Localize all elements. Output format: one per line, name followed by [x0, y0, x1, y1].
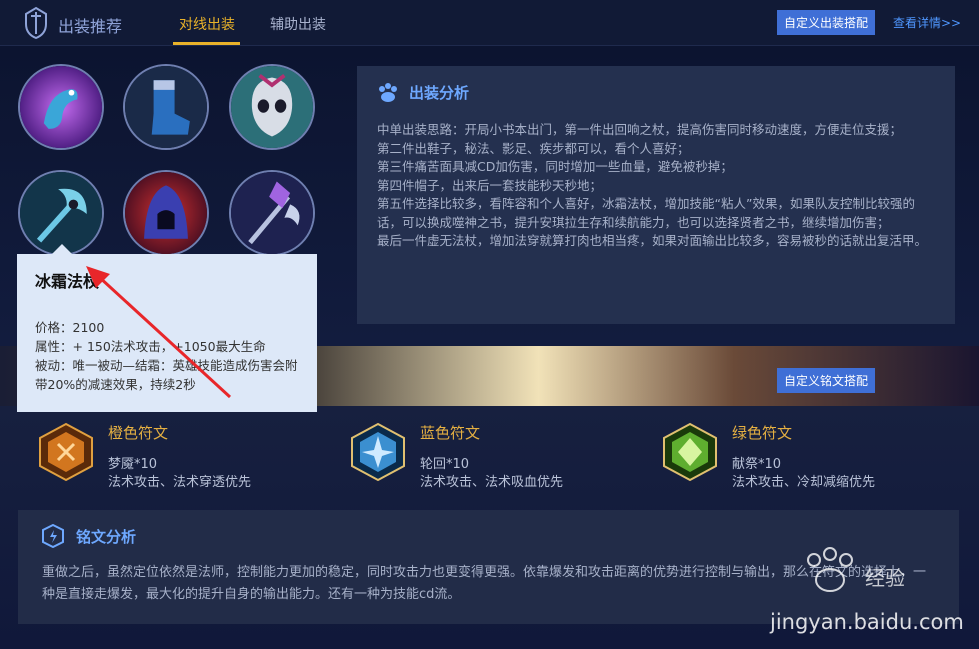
custom-build-button[interactable]: 自定义出装搭配 — [777, 10, 876, 35]
item-slot-5[interactable] — [123, 170, 209, 256]
item-slot-1[interactable] — [18, 64, 104, 150]
paw-icon — [379, 82, 397, 102]
rune-green-title: 绿色符文 — [732, 424, 793, 442]
rune-orange-name: 梦魇*10 — [108, 457, 158, 472]
dragon-tome-icon — [20, 66, 102, 148]
green-rune-icon — [663, 422, 717, 482]
item-slot-6[interactable] — [229, 170, 315, 256]
rune-orange-desc: 法术攻击、法术穿透优先 — [108, 475, 252, 490]
active-tab-indicator — [173, 42, 240, 45]
view-details-link[interactable]: 查看详情>> — [893, 14, 961, 31]
rune-orange-title: 橙色符文 — [108, 424, 169, 442]
item-tooltip: 冰霜法杖 价格：2100 属性：+ 150法术攻击，+1050最大生命 被动：唯… — [17, 254, 317, 412]
boots-icon — [125, 66, 207, 148]
rune-hexagon-icon — [42, 524, 64, 548]
tooltip-attributes: 属性：+ 150法术攻击，+1050最大生命 — [35, 339, 266, 354]
rune-blue-title: 蓝色符文 — [420, 424, 481, 442]
rune-green-desc: 法术攻击、冷却减缩优先 — [732, 475, 876, 490]
tooltip-passive: 被动：唯一被动—结霜：英雄技能造成伤害会附带20%的减速效果，持续2秒 — [35, 358, 298, 392]
rune-green-name: 献祭*10 — [732, 457, 782, 472]
tooltip-price: 价格：2100 — [35, 320, 105, 335]
rune-orange: 橙色符文 梦魇*10 法术攻击、法术穿透优先 — [38, 422, 298, 492]
crystal-staff-icon — [231, 172, 313, 254]
tooltip-item-name: 冰霜法杖 — [35, 272, 100, 291]
frost-staff-icon — [20, 172, 102, 254]
item-slot-3[interactable] — [229, 64, 315, 150]
rune-analysis-panel: 铭文分析 重做之后，虽然定位依然是法师，控制能力更加的稳定，同时攻击力也更变得更… — [18, 510, 959, 624]
tab-support-build[interactable]: 辅助出装 — [270, 14, 326, 34]
tab-lane-build[interactable]: 对线出装 — [179, 14, 235, 34]
rune-analysis-text: 重做之后，虽然定位依然是法师，控制能力更加的稳定，同时攻击力也更变得更强。依靠爆… — [42, 565, 927, 602]
rune-blue: 蓝色符文 轮回*10 法术攻击、法术吸血优先 — [350, 422, 610, 492]
build-analysis-title: 出装分析 — [409, 84, 470, 102]
site-title: 出装推荐 — [58, 17, 123, 36]
tooltip-pointer — [52, 244, 72, 254]
rune-blue-desc: 法术攻击、法术吸血优先 — [420, 475, 564, 490]
sword-shield-logo-icon — [25, 6, 47, 40]
blue-rune-icon — [351, 422, 405, 482]
custom-rune-button[interactable]: 自定义铭文搭配 — [777, 368, 876, 393]
build-analysis-panel: 出装分析 中单出装思路：开局小书本出门，第一件出回响之杖，提高伤害同时移动速度，… — [357, 66, 955, 324]
rune-blue-name: 轮回*10 — [420, 457, 470, 472]
skull-mask-icon — [231, 66, 313, 148]
top-bar: 出装推荐 对线出装 辅助出装 自定义出装搭配 查看详情>> — [0, 0, 979, 46]
hood-icon — [125, 172, 207, 254]
rune-analysis-title: 铭文分析 — [76, 527, 137, 546]
build-analysis-text: 中单出装思路：开局小书本出门，第一件出回响之杖，提高伤害同时移动速度，方便走位支… — [377, 122, 928, 248]
rune-green: 绿色符文 献祭*10 法术攻击、冷却减缩优先 — [662, 422, 922, 492]
orange-rune-icon — [39, 422, 93, 482]
item-slot-2[interactable] — [123, 64, 209, 150]
